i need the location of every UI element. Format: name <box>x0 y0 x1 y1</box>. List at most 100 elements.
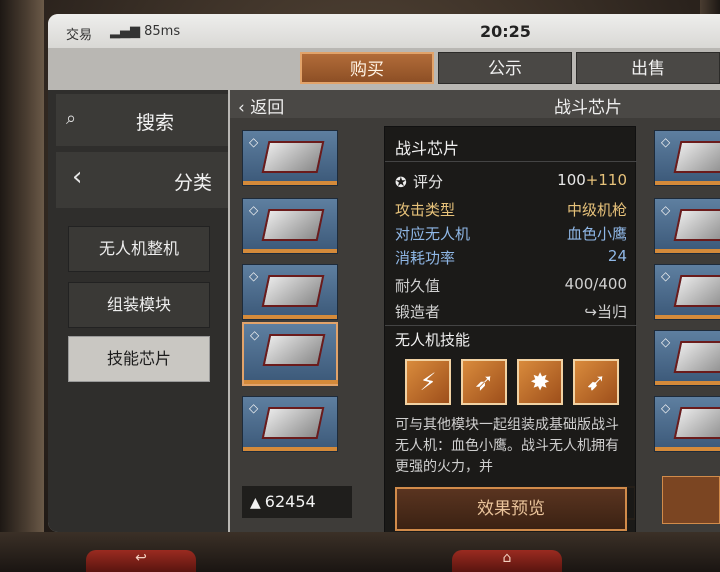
signal-readout: ▂▄▆ 85ms <box>110 24 181 39</box>
attribute-value: 400/400 <box>564 275 627 293</box>
chip-icon <box>673 141 720 173</box>
item-description: 可与其他模块一起组装成基础版战斗无人机：血色小鹰。战斗无人机拥有更强的火力，并 <box>395 417 619 475</box>
rarity-bar <box>655 181 720 185</box>
score-icon: ✪ <box>395 175 407 191</box>
diamond-icon: ◇ <box>250 328 260 342</box>
attribute-value: ↪当归 <box>584 301 627 322</box>
item-card[interactable]: ◇ <box>242 396 338 452</box>
chip-icon <box>673 407 720 439</box>
attribute-row: 消耗功率 24 <box>395 245 627 269</box>
currency-icon: ▲ <box>250 495 261 511</box>
diamond-icon: ◇ <box>661 203 671 217</box>
attribute-row: 攻击类型 中级机枪 <box>395 197 627 221</box>
status-bar: 交易 ▂▄▆ 85ms 20:25 <box>48 14 720 48</box>
rarity-bar <box>655 381 720 385</box>
attribute-value: 血色小鹰 <box>566 225 627 243</box>
score-key: ✪ 评分 <box>395 171 443 192</box>
item-card[interactable]: ◇ <box>654 130 720 186</box>
home-hardware-button[interactable]: ⌂ <box>452 550 562 572</box>
attribute-row: 对应无人机 血色小鹰 <box>395 221 627 245</box>
item-card[interactable]: ◇ <box>654 330 720 386</box>
item-card[interactable]: ◇ <box>654 396 720 452</box>
diamond-icon: ◇ <box>249 269 259 283</box>
tab-sell[interactable]: 出售 <box>576 52 720 84</box>
detail-title: 战斗芯片 <box>395 139 460 158</box>
category-assembly-module[interactable]: 组装模块 <box>68 282 210 328</box>
attribute-key: 消耗功率 <box>395 249 456 267</box>
rarity-bar <box>243 249 337 253</box>
signal-value: 85ms <box>144 24 181 39</box>
item-card[interactable]: ◇ <box>242 198 338 254</box>
grid-header: ‹ 返回 战斗芯片 <box>230 90 720 118</box>
score-row: ✪ 评分 100+110 <box>395 169 627 193</box>
attribute-value: 中级机枪 <box>566 201 627 219</box>
category-header[interactable]: ‹ 分类 <box>56 152 228 208</box>
item-detail-panel: 战斗芯片 ✪ 评分 100+110 攻击类型 中级机枪 对应无人机 血色小鹰 消耗… <box>384 126 637 532</box>
diamond-icon: ◇ <box>661 135 671 149</box>
search-label: 搜索 <box>136 112 175 134</box>
attribute-row: 锻造者 ↪当归 <box>395 299 627 323</box>
back-label: 返回 <box>250 98 285 118</box>
attribute-value: 24 <box>607 247 627 265</box>
attribute-key: 锻造者 <box>395 303 441 321</box>
diamond-icon: ◇ <box>249 135 259 149</box>
search-icon: ⌕ <box>66 108 77 129</box>
device-frame-left <box>0 0 44 572</box>
score-value: 100+110 <box>557 171 627 189</box>
diamond-icon: ◇ <box>249 401 259 415</box>
action-button[interactable] <box>662 476 720 524</box>
forger-name: 当归 <box>596 303 627 321</box>
chip-icon <box>261 407 325 439</box>
carrier-label: 交易 <box>66 28 93 43</box>
skill-bullets-icon[interactable]: ➶ <box>461 359 507 405</box>
diamond-icon: ◇ <box>661 269 671 283</box>
tab-public[interactable]: 公示 <box>438 52 572 84</box>
back-hardware-button[interactable]: ↩ <box>86 550 196 572</box>
search-button[interactable]: ⌕ 搜索 <box>56 94 228 146</box>
rarity-bar <box>243 181 337 185</box>
rarity-bar <box>655 447 720 451</box>
divider <box>385 325 637 326</box>
attribute-key: 耐久值 <box>395 277 441 295</box>
chip-icon <box>262 334 326 366</box>
clock: 20:25 <box>480 22 531 41</box>
chip-icon <box>673 275 720 307</box>
divider <box>385 161 637 162</box>
skill-missiles-icon[interactable]: ➹ <box>573 359 619 405</box>
screen: 交易 ▂▄▆ 85ms 20:25 购买 公示 出售 ⌕ 搜索 ‹ 分类 无人机… <box>48 14 720 532</box>
attribute-key: 对应无人机 <box>395 225 471 243</box>
tab-buy[interactable]: 购买 <box>300 52 434 84</box>
chip-icon <box>261 141 325 173</box>
skill-burst-icon[interactable]: ✸ <box>517 359 563 405</box>
attribute-key: 攻击类型 <box>395 201 456 219</box>
item-card-selected[interactable]: ◇ <box>242 322 338 386</box>
category-skill-chip[interactable]: 技能芯片 <box>68 336 210 382</box>
grid-title: 战斗芯片 <box>554 98 622 118</box>
item-card[interactable]: ◇ <box>242 130 338 186</box>
skill-title: 无人机技能 <box>395 331 471 349</box>
attribute-row: 耐久值 400/400 <box>395 273 627 297</box>
diamond-icon: ◇ <box>249 203 259 217</box>
chevron-left-icon: ‹ <box>72 162 83 192</box>
chip-icon <box>261 275 325 307</box>
skill-lightning-icon[interactable]: ⚡ <box>405 359 451 405</box>
category-drone-complete[interactable]: 无人机整机 <box>68 226 210 272</box>
effect-preview-button[interactable]: 效果预览 <box>395 487 627 531</box>
item-card[interactable]: ◇ <box>242 264 338 320</box>
rarity-bar <box>243 447 337 451</box>
link-arrow-icon: ↪ <box>584 303 597 321</box>
back-button[interactable]: ‹ 返回 <box>238 93 284 118</box>
skill-list: ⚡ ➶ ✸ ➹ <box>405 359 625 407</box>
rarity-bar <box>244 380 338 384</box>
score-label: 评分 <box>413 173 444 191</box>
item-card[interactable]: ◇ <box>654 198 720 254</box>
rarity-bar <box>655 249 720 253</box>
sidebar: ⌕ 搜索 ‹ 分类 无人机整机 组装模块 技能芯片 <box>48 90 228 532</box>
item-card[interactable]: ◇ <box>654 264 720 320</box>
currency-value: 62454 <box>264 492 316 511</box>
diamond-icon: ◇ <box>661 335 671 349</box>
rarity-bar <box>655 315 720 319</box>
rarity-bar <box>243 315 337 319</box>
chip-icon <box>673 209 720 241</box>
chip-icon <box>673 341 720 373</box>
